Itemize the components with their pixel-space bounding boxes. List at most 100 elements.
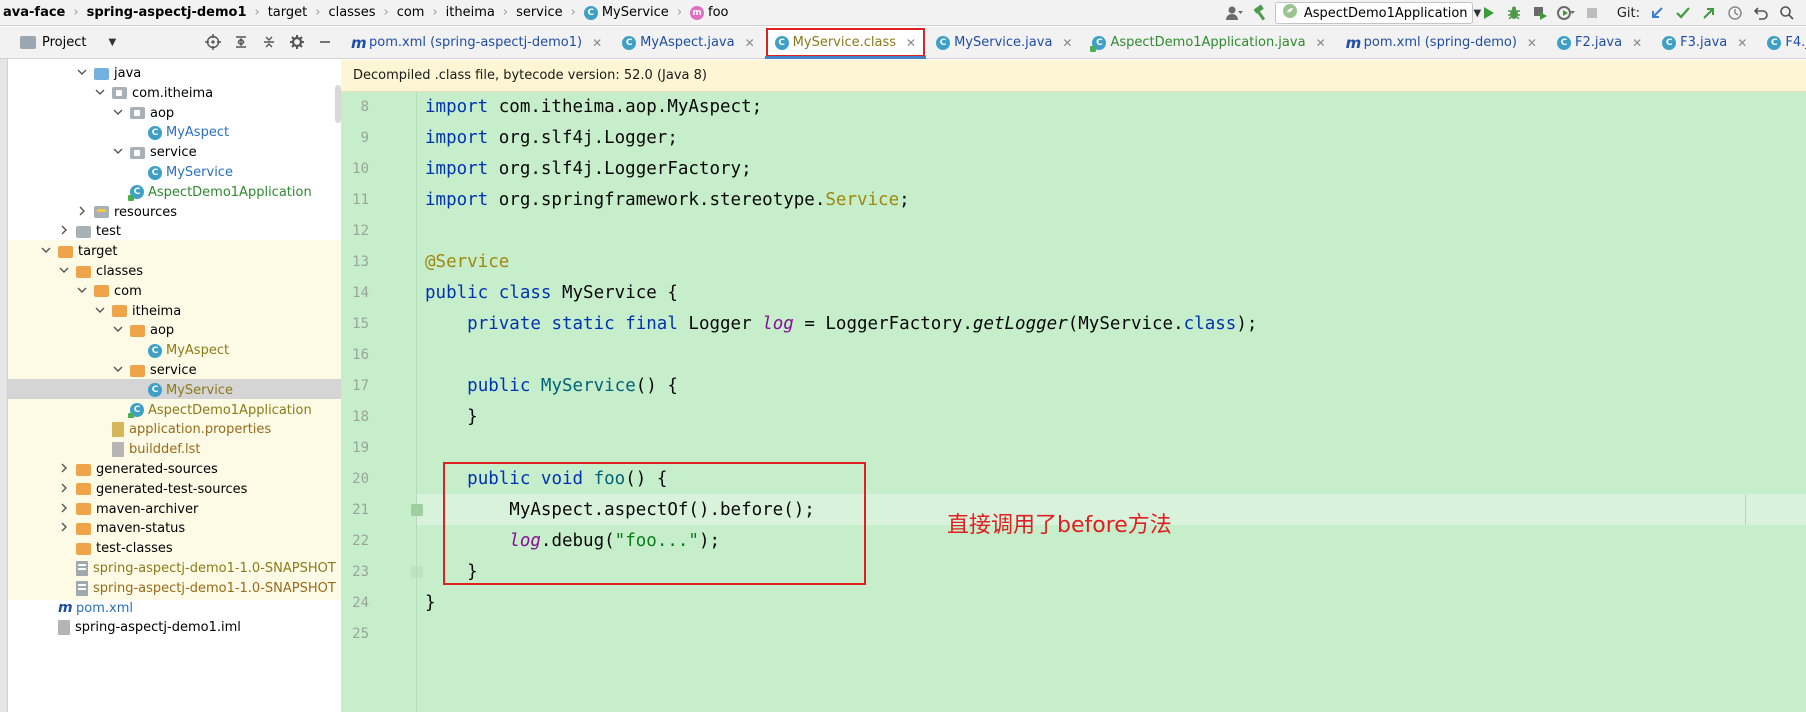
chevron-down-icon[interactable]: [76, 285, 88, 298]
project-panel-header: Project ▼: [0, 27, 341, 59]
tree-node-label: AspectDemo1Application: [148, 402, 312, 418]
editor-tab[interactable]: C MyService.java ✕: [926, 27, 1082, 58]
expand-all-icon[interactable]: [231, 32, 251, 52]
class-icon: C: [583, 5, 598, 20]
profile-icon[interactable]: [1555, 2, 1577, 24]
code-editor[interactable]: 8 9 10 11 12 13 14 15 16 17 18 19 20 21 22 23 24 25 impor…: [341, 92, 1806, 712]
tree-node-label: service: [150, 145, 197, 161]
collapse-all-icon[interactable]: [259, 32, 279, 52]
main-class-icon: C: [1090, 35, 1107, 52]
breadcrumb-item[interactable]: service: [513, 0, 566, 26]
method-icon: m: [690, 5, 705, 20]
breadcrumb-item[interactable]: com: [394, 0, 428, 26]
code-line[interactable]: import org.slf4j.LoggerFactory;: [425, 154, 752, 185]
editor-tab[interactable]: C AspectDemo1Application.java ✕: [1082, 27, 1335, 58]
code-token: (MyService.: [1067, 314, 1184, 334]
tree-node-label: spring-aspectj-demo1.iml: [75, 620, 241, 636]
chevron-down-icon[interactable]: [112, 107, 124, 120]
code-line[interactable]: public class MyService {: [425, 278, 678, 309]
code-line[interactable]: }: [425, 402, 478, 433]
search-everywhere-icon[interactable]: [1776, 2, 1798, 24]
breadcrumb-item[interactable]: ava-face: [0, 0, 68, 26]
tree-node-label: java: [114, 66, 142, 81]
close-icon[interactable]: ✕: [1527, 36, 1537, 50]
close-icon[interactable]: ✕: [745, 36, 755, 50]
code-line[interactable]: @Service: [425, 247, 509, 278]
editor-tab[interactable]: m pom.xml (spring-demo) ✕: [1336, 27, 1547, 58]
class-icon: C: [936, 35, 951, 50]
editor-tab[interactable]: CF4.java✕: [1757, 27, 1806, 58]
locate-icon[interactable]: [203, 32, 223, 52]
editor-tab-label: F4.java: [1785, 35, 1806, 50]
breadcrumb-item[interactable]: target: [265, 0, 311, 26]
chevron-right-icon[interactable]: [58, 463, 70, 476]
tree-node-label: maven-status: [96, 521, 186, 537]
breadcrumb-item[interactable]: itheima: [443, 0, 498, 26]
chevron-down-icon[interactable]: [58, 265, 70, 278]
chevron-right-icon[interactable]: [58, 483, 70, 496]
code-line[interactable]: import org.slf4j.Logger;: [425, 123, 678, 154]
chevron-down-icon[interactable]: [112, 324, 124, 337]
hide-icon[interactable]: [315, 32, 335, 52]
history-icon[interactable]: [1724, 2, 1746, 24]
code-line[interactable]: public MyService() {: [425, 371, 678, 402]
close-icon[interactable]: ✕: [1316, 36, 1326, 50]
chevron-down-icon[interactable]: [76, 67, 88, 80]
line-number: 17: [352, 378, 369, 394]
close-icon[interactable]: ✕: [906, 36, 916, 50]
project-view-selector[interactable]: Project ▼: [20, 35, 116, 50]
chevron-right-icon[interactable]: [58, 225, 70, 238]
git-commit-icon[interactable]: [1672, 2, 1694, 24]
chevron-down-icon[interactable]: [112, 146, 124, 159]
code-line[interactable]: import com.itheima.aop.MyAspect;: [425, 92, 762, 123]
chevron-down-icon[interactable]: [40, 245, 52, 258]
annotation-box: [443, 462, 866, 585]
git-label: Git:: [1616, 5, 1640, 21]
git-update-icon[interactable]: [1646, 2, 1668, 24]
close-icon[interactable]: ✕: [592, 36, 602, 50]
editor-tab[interactable]: C MyAspect.java ✕: [612, 27, 765, 58]
tree-node-label: aop: [150, 105, 175, 121]
git-push-icon[interactable]: [1698, 2, 1720, 24]
tree-node-label: com: [114, 283, 142, 299]
settings-gear-icon[interactable]: [287, 32, 307, 52]
chevron-down-icon[interactable]: [94, 305, 106, 318]
code-line[interactable]: import org.springframework.stereotype.Se…: [425, 185, 910, 216]
editor-tab[interactable]: C F3.java ✕: [1652, 27, 1757, 58]
rollback-icon[interactable]: [1750, 2, 1772, 24]
breadcrumb-item[interactable]: m foo: [687, 0, 731, 26]
class-icon: C: [774, 35, 789, 50]
folder-icon: [76, 225, 91, 238]
bookmark-icon: [411, 504, 423, 516]
chevron-right-icon[interactable]: [58, 503, 70, 516]
user-icon[interactable]: [1223, 2, 1245, 24]
debug-icon[interactable]: [1503, 2, 1525, 24]
code-token: private static final: [467, 314, 678, 334]
chevron-right-icon[interactable]: [76, 206, 88, 219]
editor-tab[interactable]: C MyService.class ✕: [764, 27, 927, 59]
chevron-right-icon[interactable]: [58, 522, 70, 535]
close-icon[interactable]: ✕: [1062, 36, 1072, 50]
code-token: import: [425, 159, 489, 179]
editor-tab[interactable]: C F2.java ✕: [1547, 27, 1652, 58]
close-icon[interactable]: ✕: [1737, 36, 1747, 50]
code-line[interactable]: private static final Logger log = Logger…: [425, 309, 1257, 340]
breadcrumb-item[interactable]: C MyService: [581, 0, 672, 26]
chevron-down-icon[interactable]: [94, 87, 106, 100]
run-configuration-select[interactable]: AspectDemo1Application ▼: [1274, 2, 1481, 24]
line-number: 9: [360, 130, 369, 146]
spring-boot-icon: [1282, 3, 1298, 23]
code-token: }: [425, 593, 436, 613]
chevron-down-icon[interactable]: [112, 364, 124, 377]
breadcrumb-item[interactable]: classes: [325, 0, 378, 26]
stop-icon[interactable]: [1581, 2, 1603, 24]
breadcrumb-item[interactable]: spring-aspectj-demo1: [84, 0, 250, 26]
editor-tab[interactable]: m pom.xml (spring-aspectj-demo1) ✕: [341, 27, 612, 58]
class-icon: C: [148, 165, 162, 180]
coverage-icon[interactable]: [1529, 2, 1551, 24]
run-icon[interactable]: [1477, 2, 1499, 24]
code-line[interactable]: }: [425, 588, 436, 619]
build-hammer-icon[interactable]: [1249, 2, 1271, 24]
tree-node[interactable]: spring-aspectj-demo1.iml: [8, 616, 341, 639]
close-icon[interactable]: ✕: [1632, 36, 1642, 50]
